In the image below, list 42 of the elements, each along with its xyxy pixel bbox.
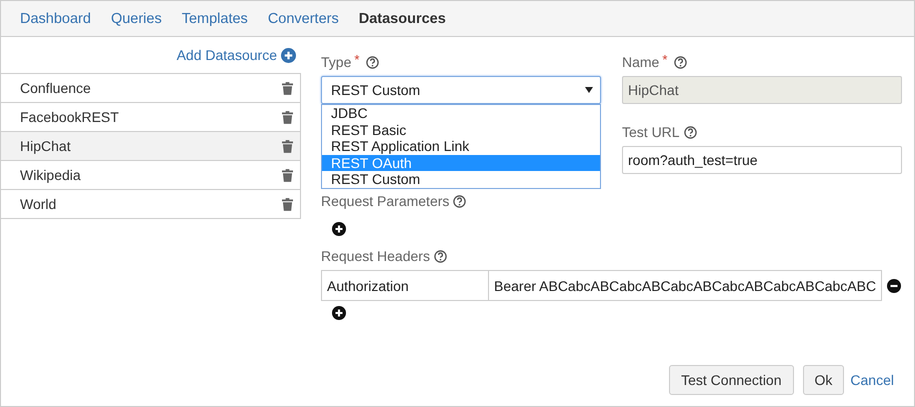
datasource-item[interactable]: Wikipedia [1,161,300,190]
field-label: Request Headers [321,248,430,264]
field-label: Type [321,54,352,70]
add-icon[interactable] [332,306,346,320]
dropdown-option[interactable]: REST Custom [322,171,600,188]
help-icon[interactable] [674,56,688,68]
trash-icon[interactable] [282,140,293,152]
trash-icon[interactable] [282,82,293,94]
nav-tab[interactable]: Converters [268,10,339,26]
field-label: Request Parameters [321,193,450,209]
trash-icon[interactable] [282,198,293,210]
test-connection-button[interactable]: Test Connection [669,365,794,395]
trash-icon[interactable] [282,110,293,124]
dropdown-option[interactable]: REST Application Link [322,138,600,154]
nav-tab[interactable]: Datasources [358,10,446,26]
nav-tab[interactable]: Dashboard [20,10,91,26]
help-icon[interactable] [434,250,447,262]
test-url-field[interactable]: room?auth_test=true [622,146,902,174]
dropdown-option[interactable]: JDBC [322,105,600,122]
header-name-field[interactable]: Authorization [321,270,489,301]
help-icon[interactable] [684,126,697,138]
remove-icon[interactable] [887,278,901,292]
add-icon[interactable] [332,222,346,236]
caret-icon [585,87,593,93]
required-mark: * [662,52,668,67]
datasource-item[interactable]: Confluence [1,74,300,103]
nav-tab[interactable]: Queries [110,10,162,26]
field-label: Name [622,54,660,70]
cancel-link[interactable]: Cancel [850,372,894,388]
help-icon[interactable] [366,56,380,68]
datasource-item[interactable]: HipChat [1,132,300,161]
field-label: Test URL [622,124,680,140]
dropdown-option[interactable]: REST Basic [322,122,600,138]
required-mark: * [354,52,360,67]
ok-button[interactable]: Ok [802,365,844,395]
add-datasource-link[interactable]: Add Datasource [176,47,277,63]
nav-tab[interactable]: Templates [182,10,248,26]
datasource-item[interactable]: World [1,190,300,219]
header-value-field[interactable]: Bearer ABCabcABCabcABCabcABCabcABCabcABCabcABC [489,270,882,301]
type-select[interactable]: REST Custom [321,76,601,104]
help-icon[interactable] [453,194,466,208]
trash-icon[interactable] [282,168,293,182]
